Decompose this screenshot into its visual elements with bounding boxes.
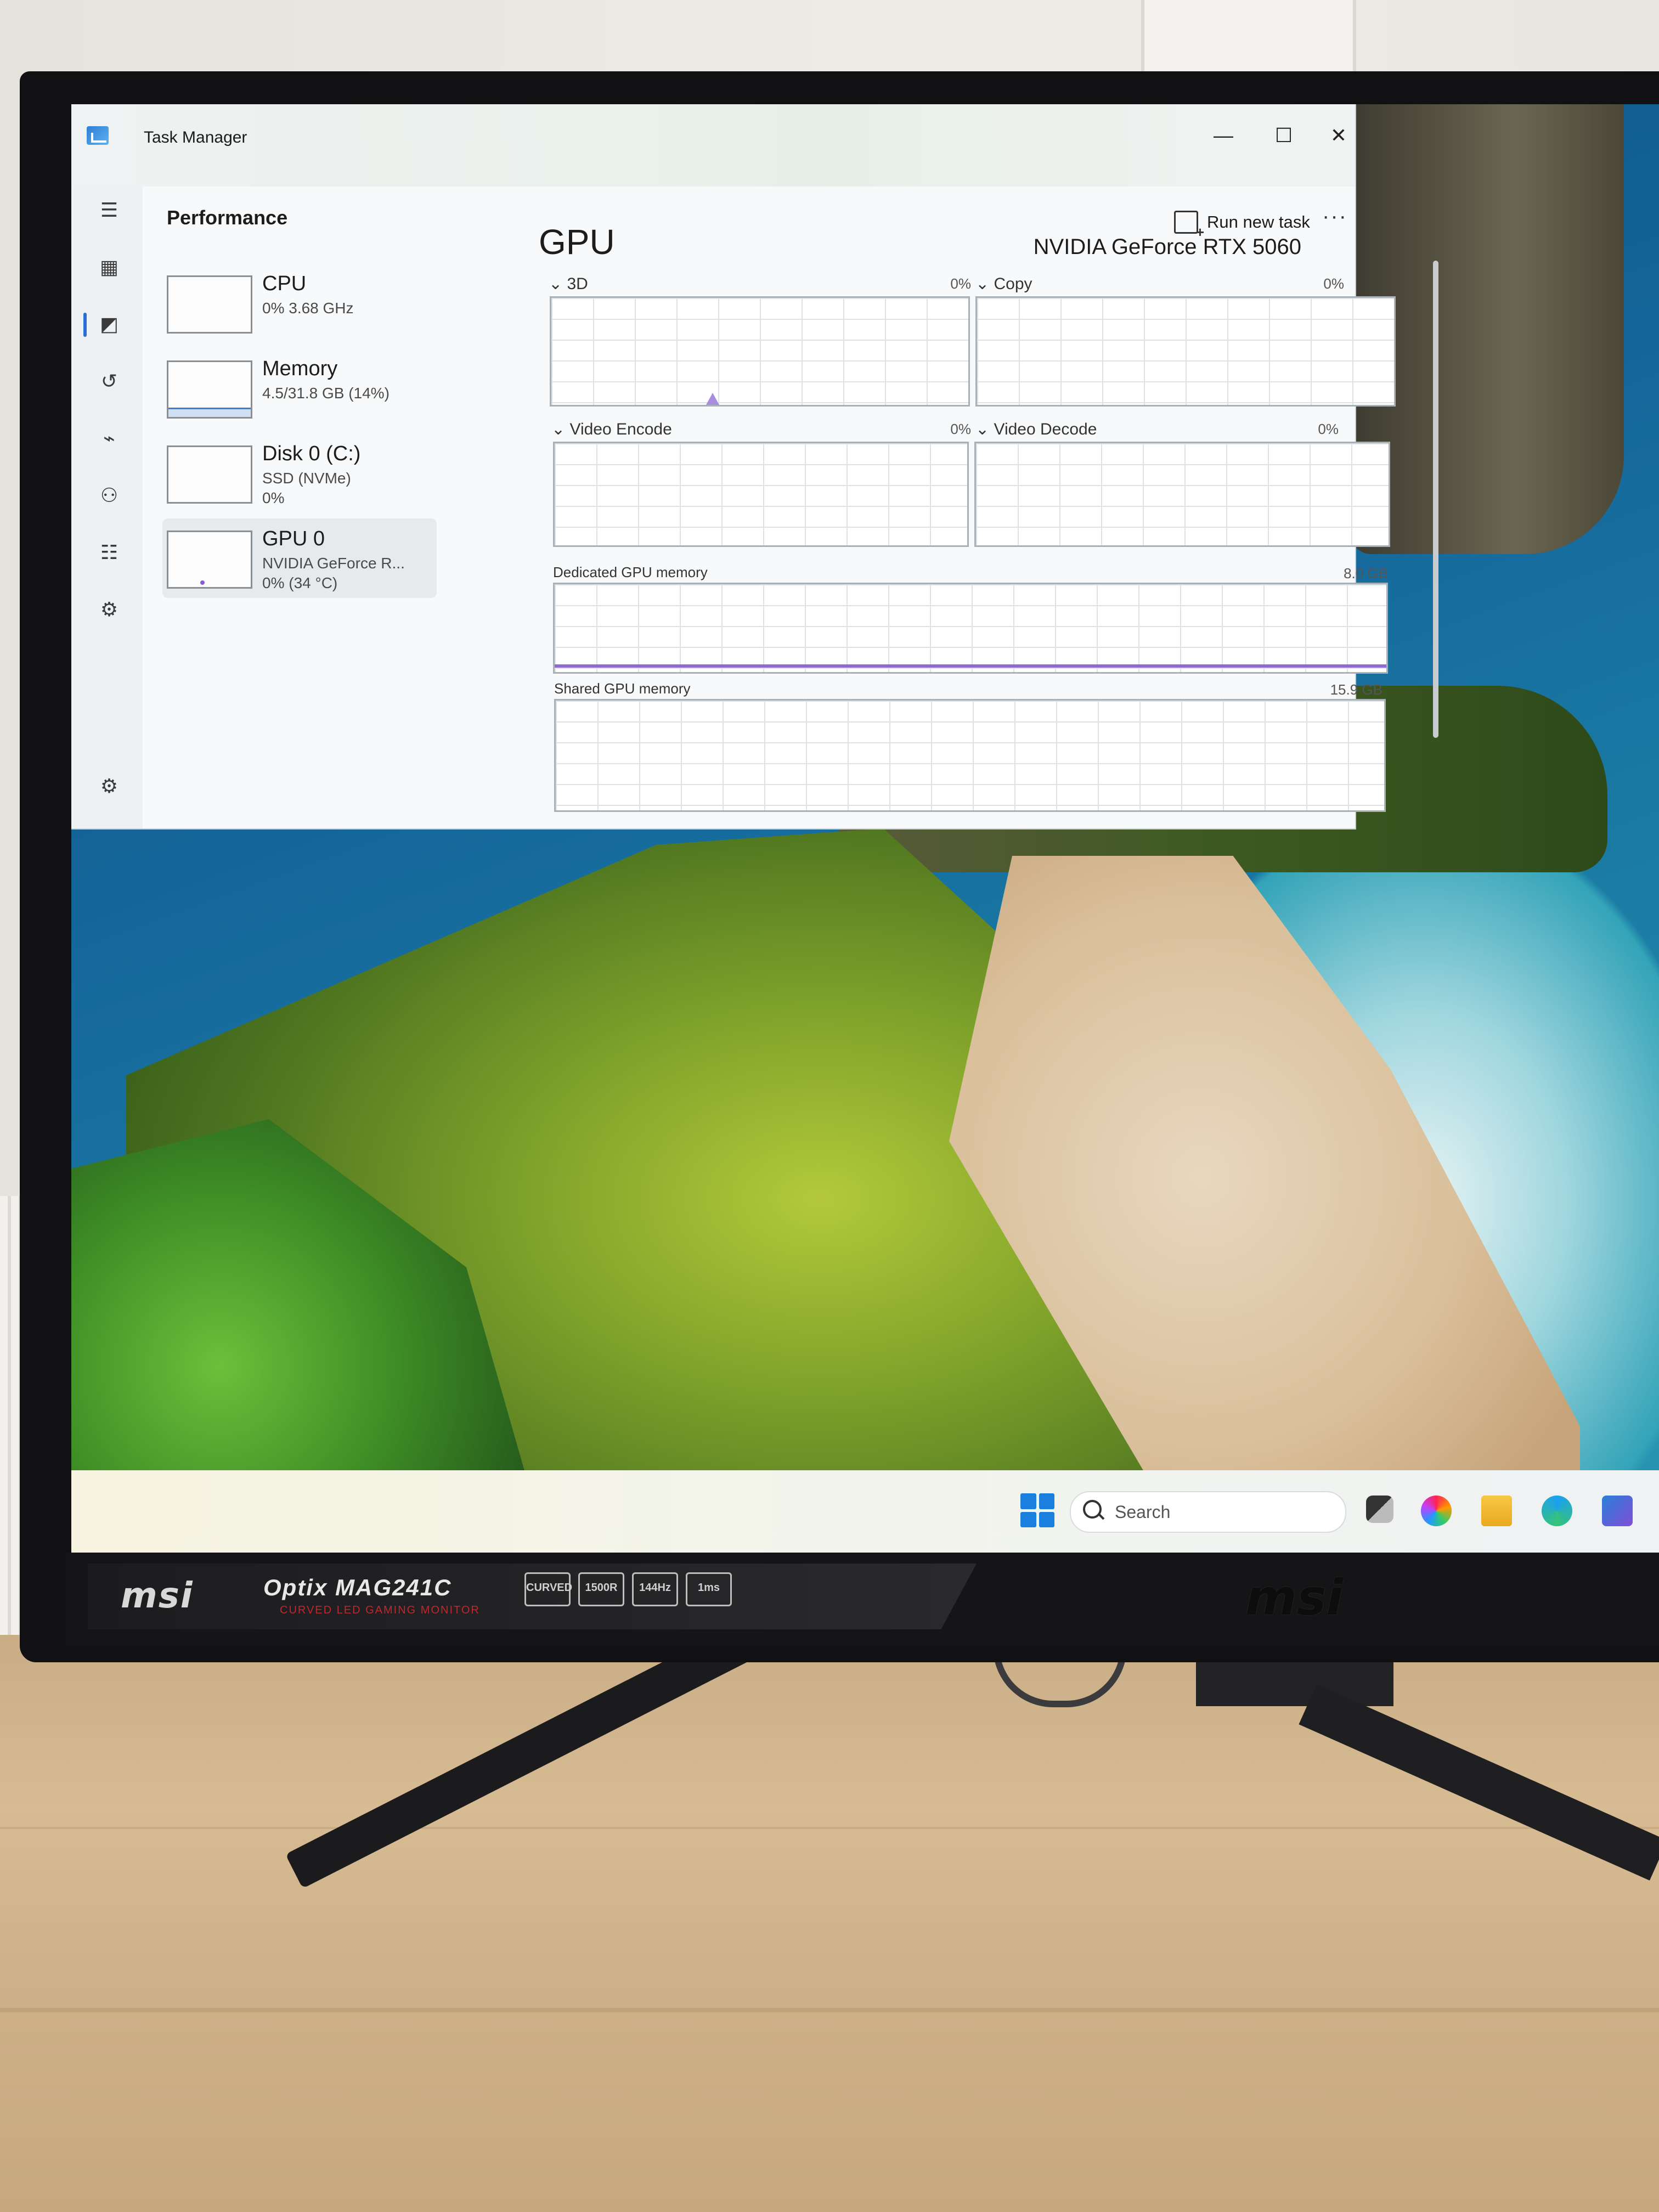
usage-spike — [706, 393, 719, 405]
disk-type: SSD (NVMe) — [262, 470, 351, 487]
taskbar-search[interactable]: Search — [1070, 1491, 1346, 1533]
desk-grain — [0, 1827, 1659, 1829]
nav-rail: ☰ ▦ ◩ ↺ ⌁ ⚇ ☷ ⚙ ⚙ — [71, 187, 143, 828]
graph-dedicated-memory — [553, 583, 1388, 674]
side-item-name: Memory — [262, 357, 338, 380]
gpu-model: NVIDIA GeForce RTX 5060 — [1033, 235, 1301, 259]
graph-3d-label[interactable]: ⌄ 3D — [549, 274, 588, 294]
minimize-button[interactable]: — — [1201, 116, 1245, 155]
graph-encode-label[interactable]: ⌄ Video Encode — [551, 420, 672, 439]
close-button[interactable]: ✕ — [1317, 116, 1361, 155]
active-indicator — [83, 313, 87, 337]
graph-encode-value: 0% — [950, 421, 971, 437]
side-item-detail: 0% 3.68 GHz — [262, 300, 354, 317]
badge-144hz: 144Hz — [632, 1572, 678, 1606]
taskbar: Search — [71, 1470, 1659, 1553]
side-item-cpu[interactable]: CPU 0% 3.68 GHz — [162, 263, 437, 343]
shared-memory-value: 15.9 GB — [1330, 681, 1383, 698]
scrollbar[interactable] — [1433, 261, 1438, 738]
side-item-detail: NVIDIA GeForce R... 0% (34 °C) — [262, 554, 405, 593]
side-item-detail: 4.5/31.8 GB (14%) — [262, 385, 390, 402]
badge-1ms: 1ms — [686, 1572, 732, 1606]
services-icon[interactable]: ⚙ — [97, 597, 122, 622]
gpu-thumbnail — [167, 531, 252, 589]
memory-usage-line — [555, 664, 1386, 668]
graph-decode-label[interactable]: ⌄ Video Decode — [975, 420, 1097, 439]
graph-copy — [975, 296, 1396, 407]
graph-shared-memory — [554, 699, 1386, 812]
details-icon[interactable]: ☷ — [97, 540, 122, 565]
graph-3d-value: 0% — [950, 275, 971, 292]
brand-logo-left: msi — [121, 1576, 194, 1616]
side-item-name: CPU — [262, 272, 307, 295]
desk-grain — [0, 2008, 1659, 2012]
settings-icon[interactable]: ⚙ — [97, 774, 122, 799]
screen: Task Manager — ☐ ✕ ☰ ▦ ◩ ↺ ⌁ ⚇ ☷ ⚙ ⚙ Per… — [71, 104, 1659, 1553]
edge-browser-icon[interactable] — [1542, 1496, 1572, 1526]
badge-1500r: 1500R — [578, 1572, 624, 1606]
desk-surface — [0, 1635, 1659, 2212]
processes-icon[interactable]: ▦ — [97, 255, 122, 280]
dedicated-memory-value: 8.0 GB — [1344, 565, 1388, 582]
gpu-model-short: NVIDIA GeForce R... — [262, 555, 405, 572]
run-task-icon — [1174, 211, 1204, 241]
brand-logo-right: msi — [1245, 1569, 1344, 1627]
memory-thumbnail — [167, 360, 252, 419]
task-manager-window[interactable]: Task Manager — ☐ ✕ ☰ ▦ ◩ ↺ ⌁ ⚇ ☷ ⚙ ⚙ Per… — [71, 104, 1438, 828]
performance-icon[interactable]: ◩ — [97, 312, 122, 337]
graph-video-encode — [553, 442, 969, 547]
run-new-task-label: Run new task — [1207, 212, 1310, 232]
side-item-name: GPU 0 — [262, 527, 325, 550]
menu-icon[interactable]: ☰ — [97, 198, 122, 223]
side-item-detail: SSD (NVMe) 0% — [262, 469, 351, 508]
graph-3d — [550, 296, 970, 407]
side-item-gpu[interactable]: GPU 0 NVIDIA GeForce R... 0% (34 °C) — [162, 518, 437, 598]
cpu-thumbnail — [167, 275, 252, 334]
shared-memory-label: Shared GPU memory — [554, 680, 691, 697]
badge-curved: CURVED — [524, 1572, 572, 1606]
graph-copy-label[interactable]: ⌄ Copy — [975, 274, 1032, 294]
window-title: Task Manager — [144, 128, 247, 146]
graph-video-decode — [974, 442, 1390, 547]
startup-icon[interactable]: ⌁ — [97, 426, 122, 451]
search-placeholder: Search — [1115, 1502, 1171, 1522]
door-frame — [1141, 0, 1356, 77]
run-new-task-button[interactable]: Run new task — [1174, 208, 1310, 241]
monitor-subtitle: CURVED LED GAMING MONITOR — [280, 1604, 480, 1616]
task-manager-icon — [87, 126, 109, 145]
dedicated-memory-label: Dedicated GPU memory — [553, 564, 708, 580]
maximize-button[interactable]: ☐ — [1262, 116, 1306, 155]
main-panel: Performance Run new task ··· CPU 0% 3.68… — [143, 187, 1438, 828]
side-item-name: Disk 0 (C:) — [262, 442, 361, 465]
side-item-memory[interactable]: Memory 4.5/31.8 GB (14%) — [162, 348, 437, 428]
gpu-usage-temp: 0% (34 °C) — [262, 574, 338, 591]
monitor-model: Optix MAG241C — [263, 1575, 452, 1600]
more-options-button[interactable]: ··· — [1322, 204, 1347, 229]
search-icon — [1083, 1500, 1102, 1519]
windows-start-icon[interactable] — [1020, 1493, 1054, 1527]
side-item-disk[interactable]: Disk 0 (C:) SSD (NVMe) 0% — [162, 433, 437, 513]
copilot-icon[interactable] — [1421, 1496, 1452, 1526]
task-view-icon[interactable] — [1366, 1496, 1393, 1523]
monitor-bezel: msi Optix MAG241C CURVED LED GAMING MONI… — [66, 1553, 1659, 1646]
title-bar[interactable]: Task Manager — ☐ ✕ — [71, 104, 1355, 187]
app-history-icon[interactable]: ↺ — [97, 369, 122, 394]
store-icon[interactable] — [1602, 1496, 1633, 1526]
disk-thumbnail — [167, 445, 252, 504]
disk-usage: 0% — [262, 489, 285, 506]
file-explorer-icon[interactable] — [1481, 1496, 1512, 1526]
page-title: Performance — [167, 206, 288, 229]
detail-title: GPU — [539, 222, 615, 262]
users-icon[interactable]: ⚇ — [97, 483, 122, 508]
